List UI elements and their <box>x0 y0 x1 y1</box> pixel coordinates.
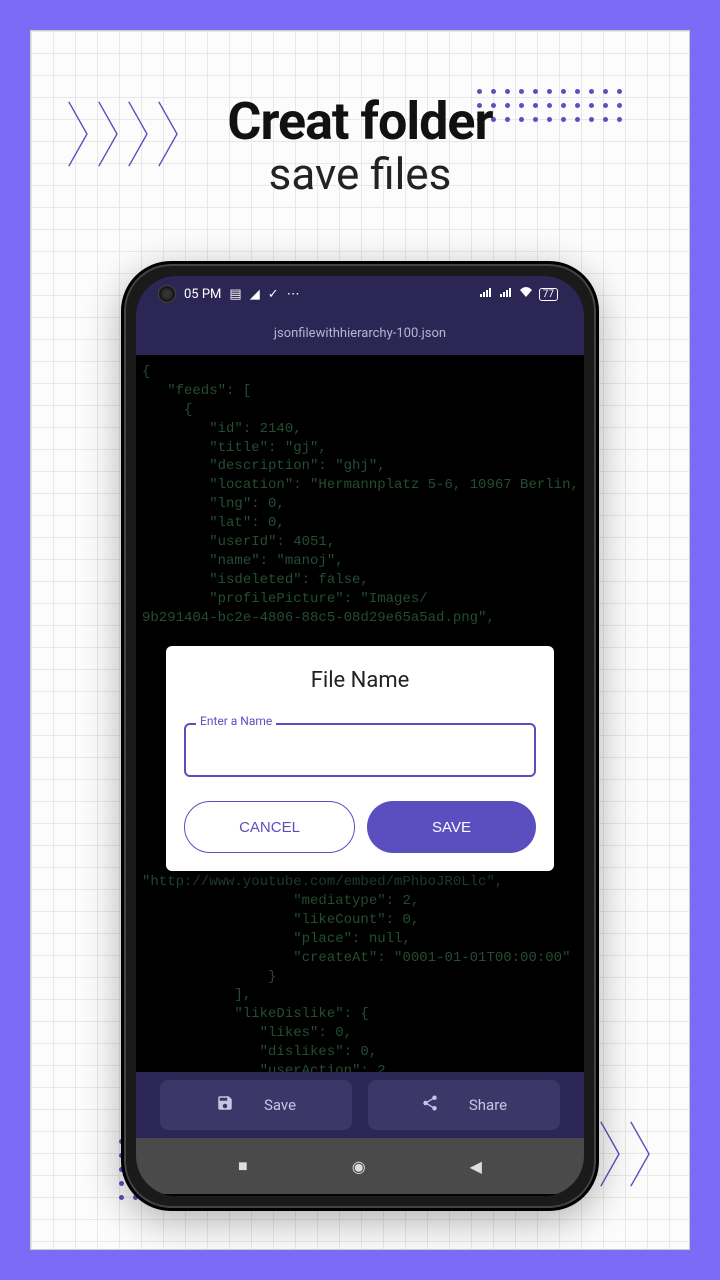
share-action[interactable]: Share <box>368 1080 560 1130</box>
camera-hole <box>158 285 176 303</box>
phone-mockup: 05 PM ▤ ◢ ✓ ⋯ 77 jsonfilewithhierarchy-1… <box>121 261 599 1211</box>
headline-line2: save files <box>31 148 689 200</box>
nav-recent-icon[interactable]: ■ <box>238 1156 248 1176</box>
nav-back-icon[interactable]: ◀ <box>470 1157 482 1176</box>
status-bar: 05 PM ▤ ◢ ✓ ⋯ 77 <box>136 276 584 312</box>
save-action[interactable]: Save <box>160 1080 352 1130</box>
more-icon: ⋯ <box>287 287 300 302</box>
headline-line1: Creat folder <box>31 91 689 152</box>
signal-icon-2 <box>499 287 513 302</box>
dialog-title: File Name <box>184 668 536 693</box>
filename-input[interactable] <box>184 723 536 777</box>
send-icon: ◢ <box>250 287 260 302</box>
input-label: Enter a Name <box>196 714 276 728</box>
app-bar-title: jsonfilewithhierarchy-100.json <box>274 326 446 341</box>
check-icon: ✓ <box>268 287 279 302</box>
system-nav-bar: ■ ◉ ◀ <box>136 1138 584 1194</box>
save-button[interactable]: SAVE <box>367 801 536 853</box>
file-name-dialog: File Name Enter a Name CANCEL SAVE <box>166 646 554 871</box>
signal-icon <box>479 287 493 302</box>
cancel-button[interactable]: CANCEL <box>184 801 355 853</box>
promo-frame: Creat folder save files 05 PM ▤ ◢ ✓ ⋯ <box>30 30 690 1250</box>
status-time: 05 PM <box>184 287 221 302</box>
nav-home-icon[interactable]: ◉ <box>352 1157 366 1176</box>
share-icon <box>421 1094 439 1116</box>
wifi-icon <box>519 286 533 302</box>
save-action-label: Save <box>264 1096 296 1114</box>
app-bar: jsonfilewithhierarchy-100.json <box>136 312 584 355</box>
headline: Creat folder save files <box>31 91 689 200</box>
share-action-label: Share <box>469 1096 507 1114</box>
sim-icon: ▤ <box>229 287 241 302</box>
save-icon <box>216 1094 234 1116</box>
bottom-action-bar: Save Share <box>136 1072 584 1138</box>
phone-screen: 05 PM ▤ ◢ ✓ ⋯ 77 jsonfilewithhierarchy-1… <box>136 276 584 1196</box>
battery-icon: 77 <box>539 288 558 301</box>
